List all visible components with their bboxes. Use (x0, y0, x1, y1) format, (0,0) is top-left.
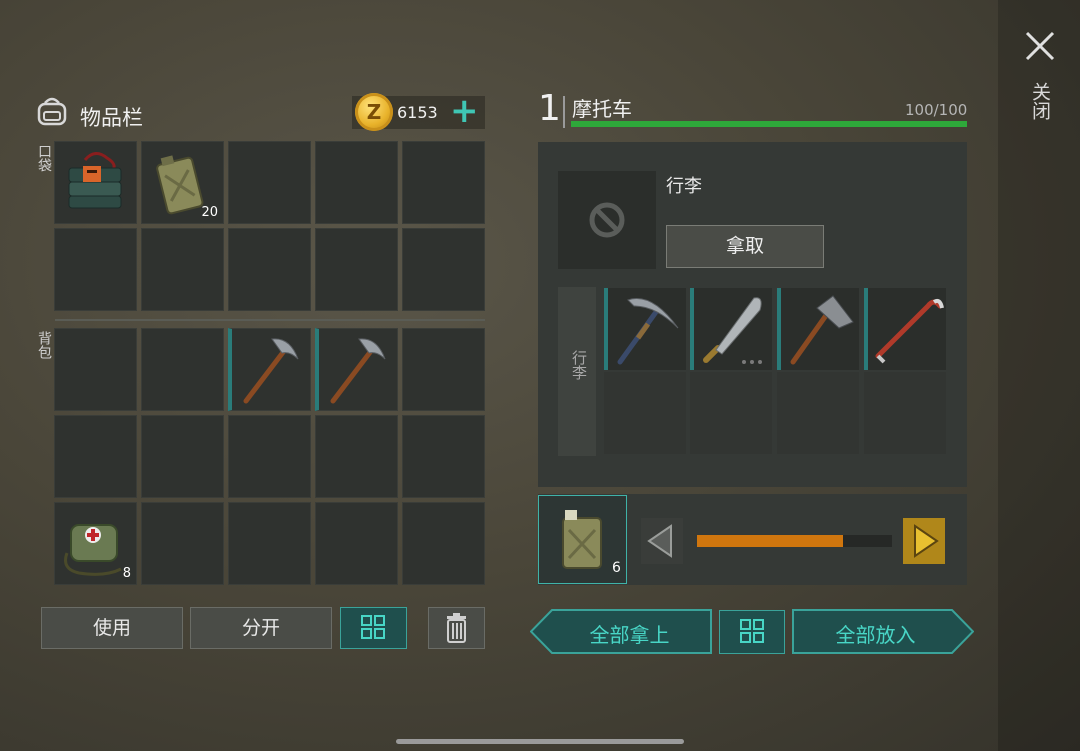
selected-item-count: 6 (612, 560, 621, 576)
pocket-slot[interactable] (228, 228, 311, 311)
close-icon[interactable] (1022, 28, 1058, 64)
inventory-title: 物品栏 (80, 106, 143, 130)
backpack-slot[interactable]: 8 (54, 502, 137, 585)
vehicle-hp-text: 100/100 (905, 101, 968, 119)
backpack-slot[interactable] (54, 328, 137, 411)
home-indicator (396, 739, 684, 744)
quantity-slider-fill (697, 535, 844, 547)
cargo-slot[interactable] (777, 288, 859, 370)
pickaxe-icon (330, 338, 386, 404)
backpack-slot[interactable] (402, 328, 485, 411)
vehicle-number: 1 (538, 88, 561, 129)
backpack-slot[interactable] (315, 502, 398, 585)
cargo-slot[interactable] (864, 288, 946, 370)
decrease-quantity-button[interactable] (641, 518, 683, 564)
backpack-slot[interactable] (402, 502, 485, 585)
pocket-slot[interactable] (228, 141, 311, 224)
cargo-slot[interactable] (604, 288, 686, 370)
pocket-slot[interactable]: 20 (141, 141, 224, 224)
backpack-label: 背包 (36, 331, 52, 359)
explosive-icon (68, 152, 122, 209)
vehicle-name: 摩托车 (572, 97, 632, 121)
pocket-slot[interactable] (54, 141, 137, 224)
backpack-slot[interactable] (141, 328, 224, 411)
blocked-icon (589, 202, 625, 238)
add-currency-button[interactable]: + (450, 93, 479, 129)
grid-icon (740, 619, 764, 643)
cargo-slot[interactable] (777, 372, 859, 454)
pickaxe-icon (243, 338, 299, 404)
vehicle-separator (563, 96, 565, 128)
trash-button[interactable] (428, 607, 485, 649)
backpack-slot[interactable] (54, 415, 137, 498)
crowbar-icon (875, 298, 944, 364)
pocket-slot[interactable] (315, 141, 398, 224)
section-divider (55, 319, 485, 321)
pocket-label: 口袋 (36, 144, 52, 172)
backpack-slot[interactable] (228, 415, 311, 498)
backpack-slot[interactable] (228, 502, 311, 585)
pocket-slot[interactable] (141, 228, 224, 311)
sort-grid-button[interactable] (340, 607, 407, 649)
pocket-slot[interactable] (402, 228, 485, 311)
item-count: 8 (122, 566, 131, 581)
backpack-label-text: 背包 (36, 331, 52, 359)
cargo-icon-box (558, 171, 656, 269)
take-button[interactable]: 拿取 (666, 225, 824, 268)
cargo-slot[interactable] (864, 372, 946, 454)
backpack-slot[interactable] (141, 415, 224, 498)
put-all-label: 全部放入 (835, 623, 916, 647)
cargo-side-label: 行李 (570, 350, 588, 380)
grid-icon (361, 615, 385, 639)
coin-z-glyph: Z (366, 100, 382, 124)
hatchet-icon (790, 295, 854, 365)
pocket-slot[interactable] (402, 141, 485, 224)
pocket-slot[interactable] (54, 228, 137, 311)
use-button[interactable]: 使用 (41, 607, 183, 649)
backpack-icon (37, 97, 67, 126)
take-all-label: 全部拿上 (589, 623, 670, 647)
pocket-label-text: 口袋 (36, 144, 52, 172)
cargo-side-label-text: 行李 (570, 350, 588, 380)
hp-bar-fill (571, 121, 967, 127)
pocket-slot[interactable] (315, 228, 398, 311)
close-label[interactable]: 关闭 (1029, 82, 1053, 120)
close-label-text: 关闭 (1029, 82, 1051, 120)
cargo-slot[interactable] (604, 372, 686, 454)
backpack-slot[interactable] (315, 328, 398, 411)
trash-icon (447, 613, 466, 643)
currency-value: 6153 (397, 103, 438, 122)
machete-icon (703, 297, 762, 364)
pickaxe-icon (617, 298, 679, 365)
backpack-slot[interactable] (402, 415, 485, 498)
cargo-slot[interactable] (690, 372, 772, 454)
cargo-title: 行李 (666, 176, 702, 197)
increase-quantity-button[interactable] (903, 518, 945, 564)
split-button[interactable]: 分开 (190, 607, 332, 649)
backpack-slot[interactable] (315, 415, 398, 498)
sort-cargo-button[interactable] (719, 610, 785, 654)
backpack-slot[interactable] (228, 328, 311, 411)
item-count: 20 (201, 205, 218, 220)
backpack-slot[interactable] (141, 502, 224, 585)
cargo-slot[interactable] (690, 288, 772, 370)
